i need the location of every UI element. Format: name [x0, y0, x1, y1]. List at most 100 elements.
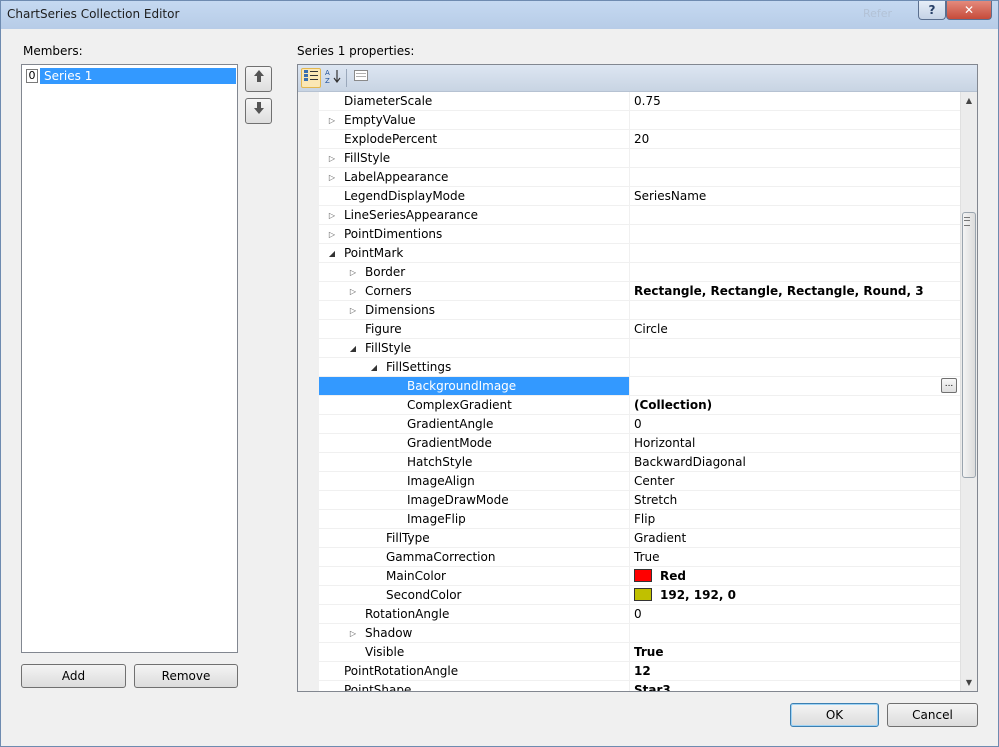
- property-name[interactable]: FillType: [319, 529, 629, 548]
- expand-triangle-icon[interactable]: ▷: [327, 149, 337, 168]
- property-value[interactable]: [629, 149, 960, 168]
- property-value[interactable]: 0: [629, 605, 960, 624]
- property-value[interactable]: Horizontal: [629, 434, 960, 453]
- property-name[interactable]: ▷ EmptyValue: [319, 111, 629, 130]
- property-name[interactable]: RotationAngle: [319, 605, 629, 624]
- property-value[interactable]: Red: [629, 567, 960, 586]
- property-name[interactable]: ▷ LineSeriesAppearance: [319, 206, 629, 225]
- list-item[interactable]: 0 Series 1: [24, 67, 236, 85]
- cancel-button[interactable]: Cancel: [887, 703, 978, 727]
- property-row[interactable]: ▷ LabelAppearance: [298, 168, 960, 187]
- property-value[interactable]: True: [629, 548, 960, 567]
- property-name[interactable]: LegendDisplayMode: [319, 187, 629, 206]
- property-pages-button[interactable]: [351, 68, 371, 88]
- property-name[interactable]: BackgroundImage: [319, 377, 629, 396]
- property-value[interactable]: [629, 339, 960, 358]
- property-name[interactable]: GradientAngle: [319, 415, 629, 434]
- property-row[interactable]: FillType Gradient: [298, 529, 960, 548]
- expand-triangle-icon[interactable]: ▷: [327, 225, 337, 244]
- property-value[interactable]: Rectangle, Rectangle, Rectangle, Round, …: [629, 282, 960, 301]
- property-row[interactable]: ImageAlign Center: [298, 472, 960, 491]
- property-name[interactable]: ExplodePercent: [319, 130, 629, 149]
- property-name[interactable]: Visible: [319, 643, 629, 662]
- add-button[interactable]: Add: [21, 664, 126, 688]
- property-row[interactable]: ImageFlip Flip: [298, 510, 960, 529]
- property-name[interactable]: ◢ PointMark: [319, 244, 629, 263]
- property-value[interactable]: [629, 263, 960, 282]
- property-name[interactable]: ▷ FillStyle: [319, 149, 629, 168]
- property-row[interactable]: BackgroundImage...: [298, 377, 960, 396]
- ok-button[interactable]: OK: [790, 703, 879, 727]
- property-row[interactable]: ExplodePercent 20: [298, 130, 960, 149]
- property-value[interactable]: [629, 225, 960, 244]
- property-row[interactable]: ▷ Border: [298, 263, 960, 282]
- collapse-triangle-icon[interactable]: ◢: [369, 358, 379, 377]
- property-name[interactable]: ImageAlign: [319, 472, 629, 491]
- property-value[interactable]: Circle: [629, 320, 960, 339]
- property-value[interactable]: [629, 624, 960, 643]
- property-name[interactable]: SecondColor: [319, 586, 629, 605]
- property-name[interactable]: HatchStyle: [319, 453, 629, 472]
- property-row[interactable]: GradientAngle 0: [298, 415, 960, 434]
- property-value[interactable]: Center: [629, 472, 960, 491]
- property-name[interactable]: Figure: [319, 320, 629, 339]
- expand-triangle-icon[interactable]: ▷: [348, 624, 358, 643]
- property-name[interactable]: MainColor: [319, 567, 629, 586]
- property-name[interactable]: ◢ FillSettings: [319, 358, 629, 377]
- property-row[interactable]: Figure Circle: [298, 320, 960, 339]
- property-value[interactable]: ...: [629, 377, 960, 396]
- members-list[interactable]: 0 Series 1: [21, 64, 238, 653]
- property-value[interactable]: [629, 358, 960, 377]
- property-name[interactable]: GradientMode: [319, 434, 629, 453]
- scrollbar-thumb[interactable]: [962, 212, 976, 478]
- expand-triangle-icon[interactable]: ▷: [327, 168, 337, 187]
- property-row[interactable]: PointShape Star3: [298, 681, 960, 691]
- member-name[interactable]: Series 1: [40, 68, 236, 84]
- property-value[interactable]: BackwardDiagonal: [629, 453, 960, 472]
- property-name[interactable]: ▷ Shadow: [319, 624, 629, 643]
- property-value[interactable]: [629, 244, 960, 263]
- property-value[interactable]: Star3: [629, 681, 960, 691]
- property-row[interactable]: ▷ Corners Rectangle, Rectangle, Rectangle,…: [298, 282, 960, 301]
- property-row[interactable]: ComplexGradient (Collection): [298, 396, 960, 415]
- property-row[interactable]: GammaCorrection True: [298, 548, 960, 567]
- property-name[interactable]: ImageFlip: [319, 510, 629, 529]
- collapse-triangle-icon[interactable]: ◢: [327, 244, 337, 263]
- property-value[interactable]: (Collection): [629, 396, 960, 415]
- property-name[interactable]: GammaCorrection: [319, 548, 629, 567]
- property-row[interactable]: Visible True: [298, 643, 960, 662]
- alphabetical-button[interactable]: A Z: [323, 68, 343, 88]
- property-name[interactable]: ImageDrawMode: [319, 491, 629, 510]
- help-button[interactable]: ?: [918, 1, 946, 20]
- property-row[interactable]: ▷ PointDimentions: [298, 225, 960, 244]
- property-row[interactable]: MainColor Red: [298, 567, 960, 586]
- move-up-button[interactable]: [245, 66, 272, 92]
- property-row[interactable]: ▷ Shadow: [298, 624, 960, 643]
- property-row[interactable]: GradientMode Horizontal: [298, 434, 960, 453]
- property-row[interactable]: ◢ FillSettings: [298, 358, 960, 377]
- property-value[interactable]: SeriesName: [629, 187, 960, 206]
- expand-triangle-icon[interactable]: ▷: [327, 111, 337, 130]
- property-value[interactable]: [629, 168, 960, 187]
- property-value[interactable]: [629, 206, 960, 225]
- property-name[interactable]: ▷ Dimensions: [319, 301, 629, 320]
- property-value[interactable]: 12: [629, 662, 960, 681]
- scroll-up-arrow-icon[interactable]: ▲: [961, 92, 977, 109]
- property-value[interactable]: [629, 111, 960, 130]
- property-value[interactable]: 0.75: [629, 92, 960, 111]
- property-row[interactable]: ◢ PointMark: [298, 244, 960, 263]
- property-value[interactable]: 192, 192, 0: [629, 586, 960, 605]
- close-button[interactable]: ✕: [946, 1, 992, 20]
- scroll-down-arrow-icon[interactable]: ▼: [961, 674, 977, 691]
- property-row[interactable]: ▷ EmptyValue: [298, 111, 960, 130]
- property-row[interactable]: ImageDrawMode Stretch: [298, 491, 960, 510]
- property-name[interactable]: ▷ Corners: [319, 282, 629, 301]
- property-row[interactable]: ▷ LineSeriesAppearance: [298, 206, 960, 225]
- property-name[interactable]: DiameterScale: [319, 92, 629, 111]
- property-value[interactable]: Gradient: [629, 529, 960, 548]
- property-row[interactable]: LegendDisplayMode SeriesName: [298, 187, 960, 206]
- remove-button[interactable]: Remove: [134, 664, 238, 688]
- property-row[interactable]: ▷ FillStyle: [298, 149, 960, 168]
- move-down-button[interactable]: [245, 98, 272, 124]
- vertical-scrollbar[interactable]: ▲ ▼: [960, 92, 977, 691]
